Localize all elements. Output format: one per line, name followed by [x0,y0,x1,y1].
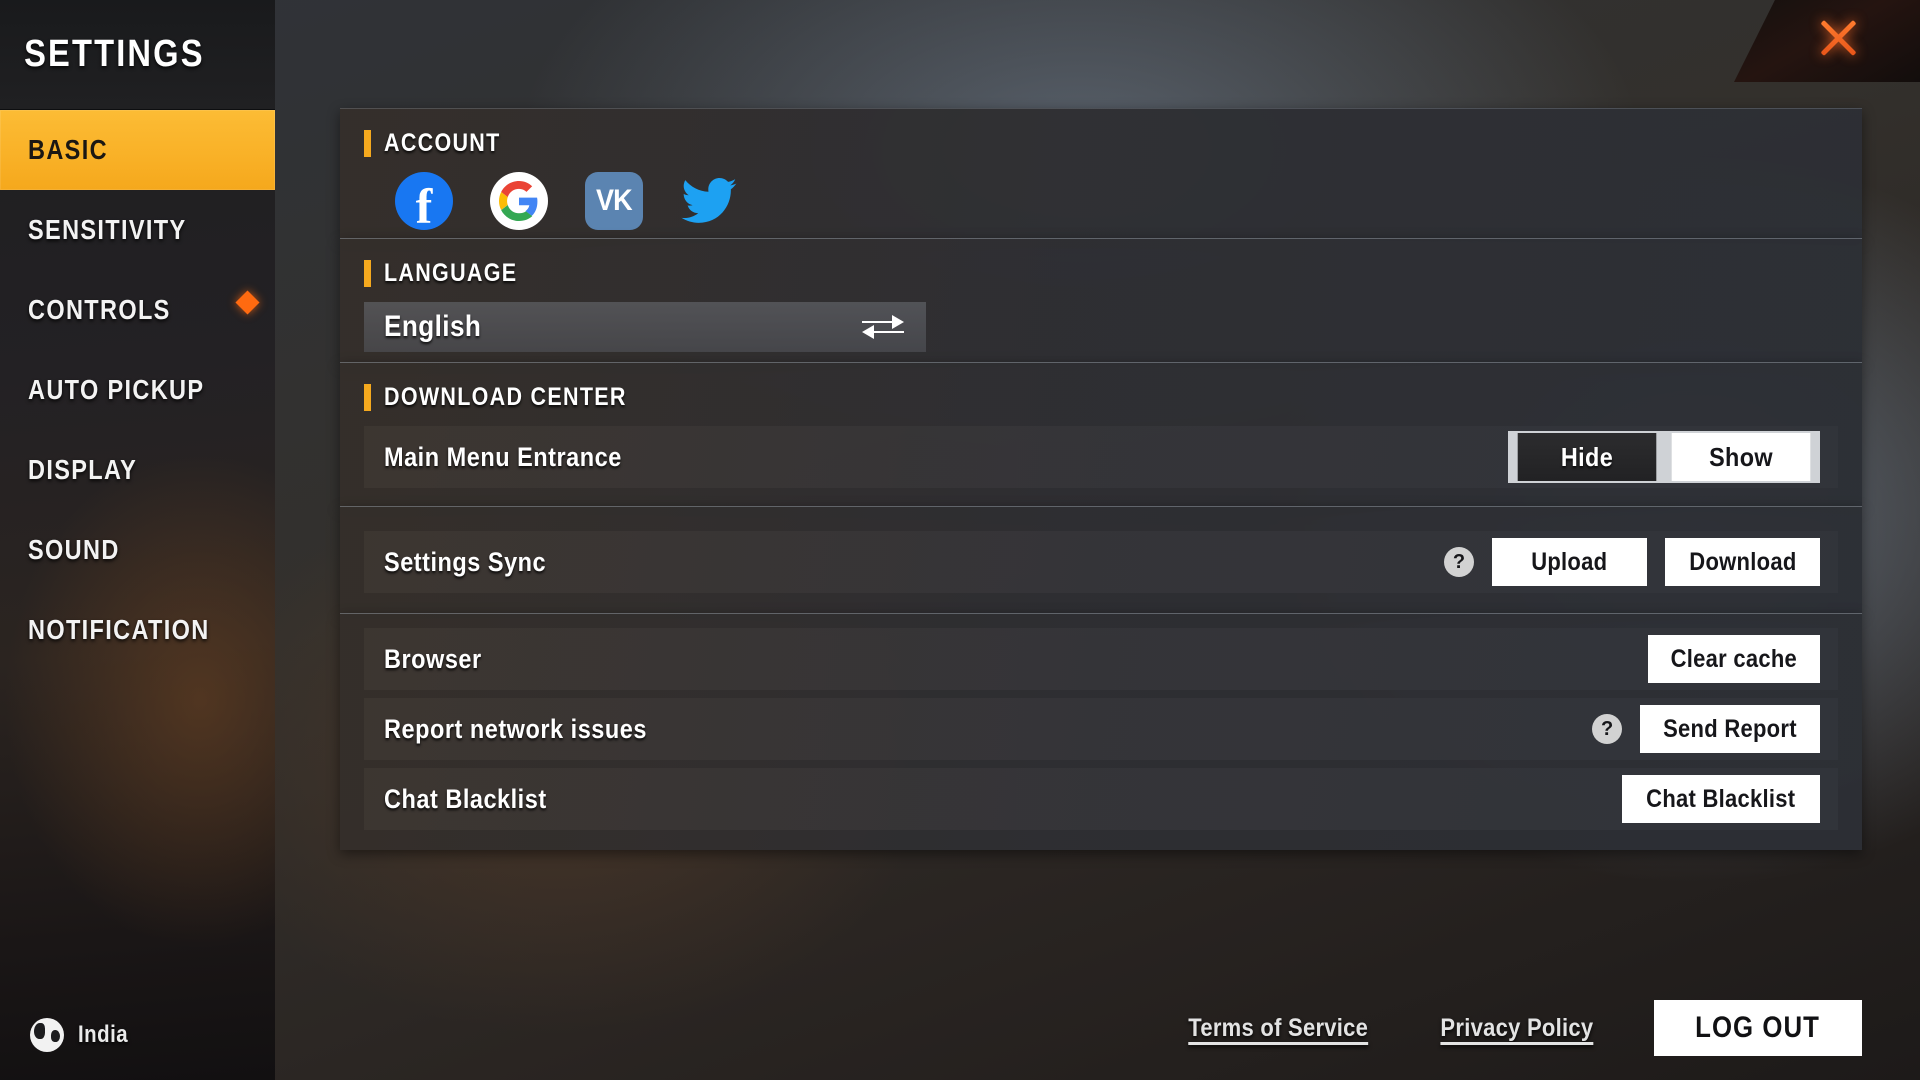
log-out-button-label: LOG OUT [1695,1011,1821,1044]
settings-sidebar: SETTINGS BASIC SENSITIVITY CONTROLS AUTO… [0,0,275,1080]
sidebar-header: SETTINGS [0,0,275,110]
row-label: Main Menu Entrance [384,441,622,472]
log-out-button[interactable]: LOG OUT [1654,1000,1862,1056]
row-browser: Browser Clear cache [364,628,1838,690]
send-report-button[interactable]: Send Report [1640,705,1820,753]
terms-of-service-link[interactable]: Terms of Service [1188,1014,1368,1043]
sidebar-item-sound[interactable]: SOUND [0,510,275,590]
misc-section: Browser Clear cache Report network issue… [340,613,1862,850]
close-button[interactable] [1734,0,1920,82]
region-indicator[interactable]: India [30,1018,137,1052]
twitter-icon[interactable] [680,172,738,230]
language-select[interactable]: English [364,302,926,352]
account-section: ACCOUNT f VK [340,108,1862,238]
footer-bar: Terms of Service Privacy Policy LOG OUT [1176,1000,1862,1056]
globe-icon [30,1018,64,1052]
sidebar-item-notification[interactable]: NOTIFICATION [0,590,275,670]
row-label: Settings Sync [384,546,547,577]
row-settings-sync: Settings Sync ? Upload Download [364,531,1838,593]
row-label: Chat Blacklist [384,783,547,814]
sidebar-item-label: AUTO PICKUP [28,374,205,405]
swap-arrows-icon [862,315,904,339]
settings-sync-section: Settings Sync ? Upload Download [340,506,1862,613]
row-label: Browser [384,643,482,674]
row-controls: Hide Show [1508,431,1820,483]
sidebar-item-label: SOUND [28,534,120,565]
privacy-policy-link[interactable]: Privacy Policy [1441,1014,1594,1043]
section-accent-bar [364,260,371,287]
sidebar-item-sensitivity[interactable]: SENSITIVITY [0,190,275,270]
row-controls: Chat Blacklist [1622,775,1820,823]
upload-button[interactable]: Upload [1492,538,1647,586]
chat-blacklist-button-label: Chat Blacklist [1646,784,1796,813]
region-label: India [78,1021,129,1048]
row-label: Report network issues [384,713,647,744]
download-center-section: DOWNLOAD CENTER Main Menu Entrance Hide … [340,362,1862,506]
row-controls: ? Upload Download [1444,538,1820,586]
sidebar-item-controls[interactable]: CONTROLS [0,270,275,350]
sidebar-item-label: NOTIFICATION [28,614,210,645]
close-icon [1815,15,1861,61]
sidebar-item-label: DISPLAY [28,454,138,485]
sidebar-item-label: CONTROLS [28,294,171,325]
section-title: ACCOUNT [384,129,501,157]
sidebar-item-basic[interactable]: BASIC [0,110,275,190]
row-controls: ? Send Report [1592,705,1820,753]
new-badge-diamond-icon [235,290,260,315]
send-report-button-label: Send Report [1663,714,1797,743]
account-provider-list: f VK [340,172,1862,230]
section-title: DOWNLOAD CENTER [384,383,627,411]
language-section-header: LANGUAGE [340,239,1862,292]
question-mark-icon[interactable]: ? [1444,547,1474,577]
section-accent-bar [364,130,371,157]
sidebar-item-label: SENSITIVITY [28,214,187,245]
question-mark-icon[interactable]: ? [1592,714,1623,744]
download-center-section-header: DOWNLOAD CENTER [340,363,1862,416]
vk-icon-label: VK [596,184,633,217]
settings-screen: SETTINGS BASIC SENSITIVITY CONTROLS AUTO… [0,0,1920,1080]
language-section: LANGUAGE English [340,238,1862,362]
toggle-option-hide[interactable]: Hide [1517,433,1657,481]
upload-button-label: Upload [1531,547,1608,576]
section-accent-bar [364,384,371,411]
download-button[interactable]: Download [1665,538,1820,586]
account-section-header: ACCOUNT [340,109,1862,162]
vk-icon[interactable]: VK [585,172,643,230]
clear-cache-button[interactable]: Clear cache [1648,635,1820,683]
facebook-icon[interactable]: f [395,172,453,230]
row-main-menu-entrance: Main Menu Entrance Hide Show [364,426,1838,488]
settings-content: ACCOUNT f VK LANGUAGE English DOWNLOAD C… [340,108,1862,850]
language-selected-value: English [384,310,482,343]
google-icon[interactable] [490,172,548,230]
chat-blacklist-button[interactable]: Chat Blacklist [1622,775,1820,823]
row-chat-blacklist: Chat Blacklist Chat Blacklist [364,768,1838,830]
row-controls: Clear cache [1648,635,1820,683]
sidebar-item-auto-pickup[interactable]: AUTO PICKUP [0,350,275,430]
section-title: LANGUAGE [384,259,518,287]
page-title: SETTINGS [24,33,205,75]
row-report-network-issues: Report network issues ? Send Report [364,698,1838,760]
main-menu-entrance-toggle[interactable]: Hide Show [1508,431,1820,483]
download-button-label: Download [1688,547,1797,576]
sidebar-item-label: BASIC [28,134,108,165]
sidebar-item-display[interactable]: DISPLAY [0,430,275,510]
clear-cache-button-label: Clear cache [1670,644,1798,673]
toggle-option-show[interactable]: Show [1671,433,1811,481]
